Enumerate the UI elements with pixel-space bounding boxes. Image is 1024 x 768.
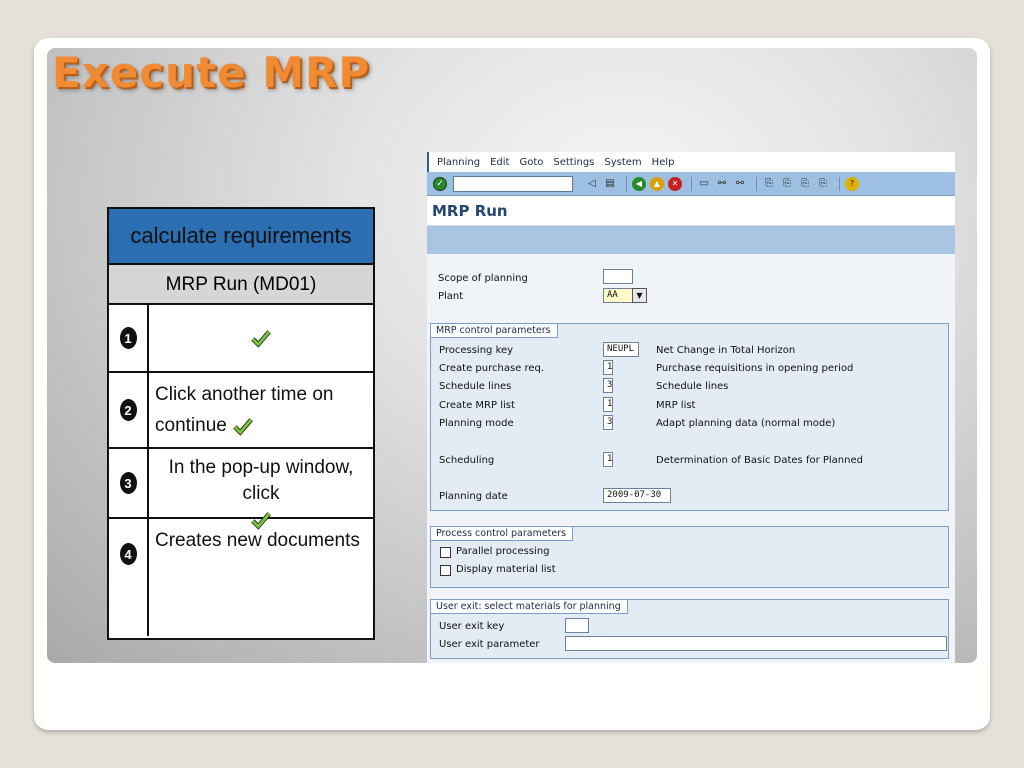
back-triangle-icon[interactable]: ◁: [585, 177, 599, 191]
parallel-processing-checkbox[interactable]: [440, 547, 451, 558]
step-text-3: In the pop-up window, click: [149, 449, 373, 530]
menu-bar: Planning Edit Goto Settings System Help: [427, 152, 955, 172]
plant-label: Plant: [438, 291, 464, 302]
back-icon[interactable]: ◀: [632, 176, 646, 191]
step-number-1: 1: [109, 305, 149, 371]
scope-of-planning-label: Scope of planning: [438, 273, 528, 284]
toolbar-separator: [626, 176, 627, 191]
step-row-4: 4 Creates new documents: [109, 519, 373, 636]
menu-edit[interactable]: Edit: [490, 157, 509, 168]
first-page-icon[interactable]: ⎘: [762, 177, 776, 191]
schedule-lines-label: Schedule lines: [439, 381, 512, 392]
processing-key-desc: Net Change in Total Horizon: [656, 345, 796, 356]
print-icon[interactable]: ▭: [697, 177, 711, 191]
sap-window: Planning Edit Goto Settings System Help …: [427, 152, 955, 663]
create-pr-label: Create purchase req.: [439, 363, 545, 374]
user-exit-group: User exit: select materials for planning…: [430, 599, 949, 659]
step-text-1: [149, 305, 373, 371]
processing-key-input[interactable]: NEUPL: [603, 342, 639, 357]
find-next-icon[interactable]: ⚯: [733, 177, 747, 191]
plant-input[interactable]: AA: [603, 288, 633, 303]
scheduling-label: Scheduling: [439, 455, 495, 466]
exit-icon[interactable]: ▲: [650, 176, 664, 191]
step-text-2: Click another time on continue: [155, 384, 334, 436]
help-icon[interactable]: ?: [845, 176, 859, 191]
cancel-icon[interactable]: ✕: [668, 176, 682, 191]
selection-screen: Scope of planning Plant AA ▼ MRP control…: [427, 254, 955, 663]
next-page-icon[interactable]: ⎘: [798, 177, 812, 191]
step-number-3: 3: [109, 449, 149, 517]
toolbar-separator: [756, 176, 757, 191]
user-exit-group-title: User exit: select materials for planning: [430, 599, 628, 614]
find-icon[interactable]: ⚯: [715, 177, 729, 191]
planning-mode-label: Planning mode: [439, 418, 514, 429]
enter-icon[interactable]: ✓: [433, 176, 447, 191]
steps-table-header: calculate requirements: [109, 209, 373, 265]
create-pr-input[interactable]: 1: [603, 360, 613, 375]
user-exit-key-label: User exit key: [439, 621, 505, 632]
step-number-2: 2: [109, 373, 149, 447]
last-page-icon[interactable]: ⎘: [816, 177, 830, 191]
create-mrp-list-desc: MRP list: [656, 400, 696, 411]
menu-system[interactable]: System: [604, 157, 641, 168]
command-field[interactable]: [453, 175, 573, 192]
create-mrp-list-label: Create MRP list: [439, 400, 515, 411]
plant-dropdown-icon[interactable]: ▼: [632, 288, 647, 303]
process-control-group-title: Process control parameters: [430, 526, 574, 541]
previous-page-icon[interactable]: ⎘: [780, 177, 794, 191]
menu-goto[interactable]: Goto: [519, 157, 543, 168]
planning-mode-desc: Adapt planning data (normal mode): [656, 418, 836, 429]
user-exit-key-input[interactable]: [565, 618, 589, 633]
planning-date-input[interactable]: 2009-07-30: [603, 488, 671, 503]
schedule-lines-desc: Schedule lines: [656, 381, 729, 392]
screen-title: MRP Run: [432, 201, 508, 220]
standard-toolbar: ✓ ◁ ▤ ◀ ▲ ✕ ▭ ⚯ ⚯ ⎘ ⎘ ⎘ ⎘ ?: [427, 172, 955, 196]
step-row-3: 3 In the pop-up window, click: [109, 449, 373, 530]
step-row-2: 2 Click another time on continue: [109, 373, 373, 449]
toolbar-separator: [839, 176, 840, 191]
steps-table-subheader: MRP Run (MD01): [109, 265, 373, 305]
process-control-group: Process control parameters Parallel proc…: [430, 526, 949, 588]
parallel-processing-label: Parallel processing: [456, 546, 550, 557]
scope-of-planning-input[interactable]: [603, 269, 633, 284]
scheduling-input[interactable]: 1: [603, 452, 613, 467]
menu-planning[interactable]: Planning: [437, 157, 480, 168]
display-material-list-checkbox[interactable]: [440, 565, 451, 576]
slide-title: Execute MRP: [52, 48, 371, 97]
scheduling-desc: Determination of Basic Dates for Planned: [656, 455, 863, 466]
save-icon[interactable]: ▤: [603, 177, 617, 191]
menu-settings[interactable]: Settings: [553, 157, 594, 168]
schedule-lines-input[interactable]: 3: [603, 378, 613, 393]
mrp-control-group: MRP control parameters Processing key NE…: [430, 323, 949, 511]
step-number-4: 4: [109, 519, 149, 636]
checkmark-icon: [251, 330, 271, 348]
user-exit-parameter-label: User exit parameter: [439, 639, 540, 650]
processing-key-label: Processing key: [439, 345, 514, 356]
planning-date-label: Planning date: [439, 491, 508, 502]
create-mrp-list-input[interactable]: 1: [603, 397, 613, 412]
steps-table: calculate requirements MRP Run (MD01) 1 …: [107, 207, 375, 640]
toolbar-separator: [691, 176, 692, 191]
checkmark-icon: [233, 418, 254, 436]
application-toolbar: [427, 226, 955, 254]
step-text-4: Creates new documents: [155, 530, 360, 551]
display-material-list-label: Display material list: [456, 564, 556, 575]
mrp-control-group-title: MRP control parameters: [430, 323, 558, 338]
menu-help[interactable]: Help: [652, 157, 675, 168]
title-bar: MRP Run: [427, 196, 955, 226]
create-pr-desc: Purchase requisitions in opening period: [656, 363, 854, 374]
user-exit-parameter-input[interactable]: [565, 636, 947, 651]
step-row-1: 1: [109, 305, 373, 373]
planning-mode-input[interactable]: 3: [603, 415, 613, 430]
